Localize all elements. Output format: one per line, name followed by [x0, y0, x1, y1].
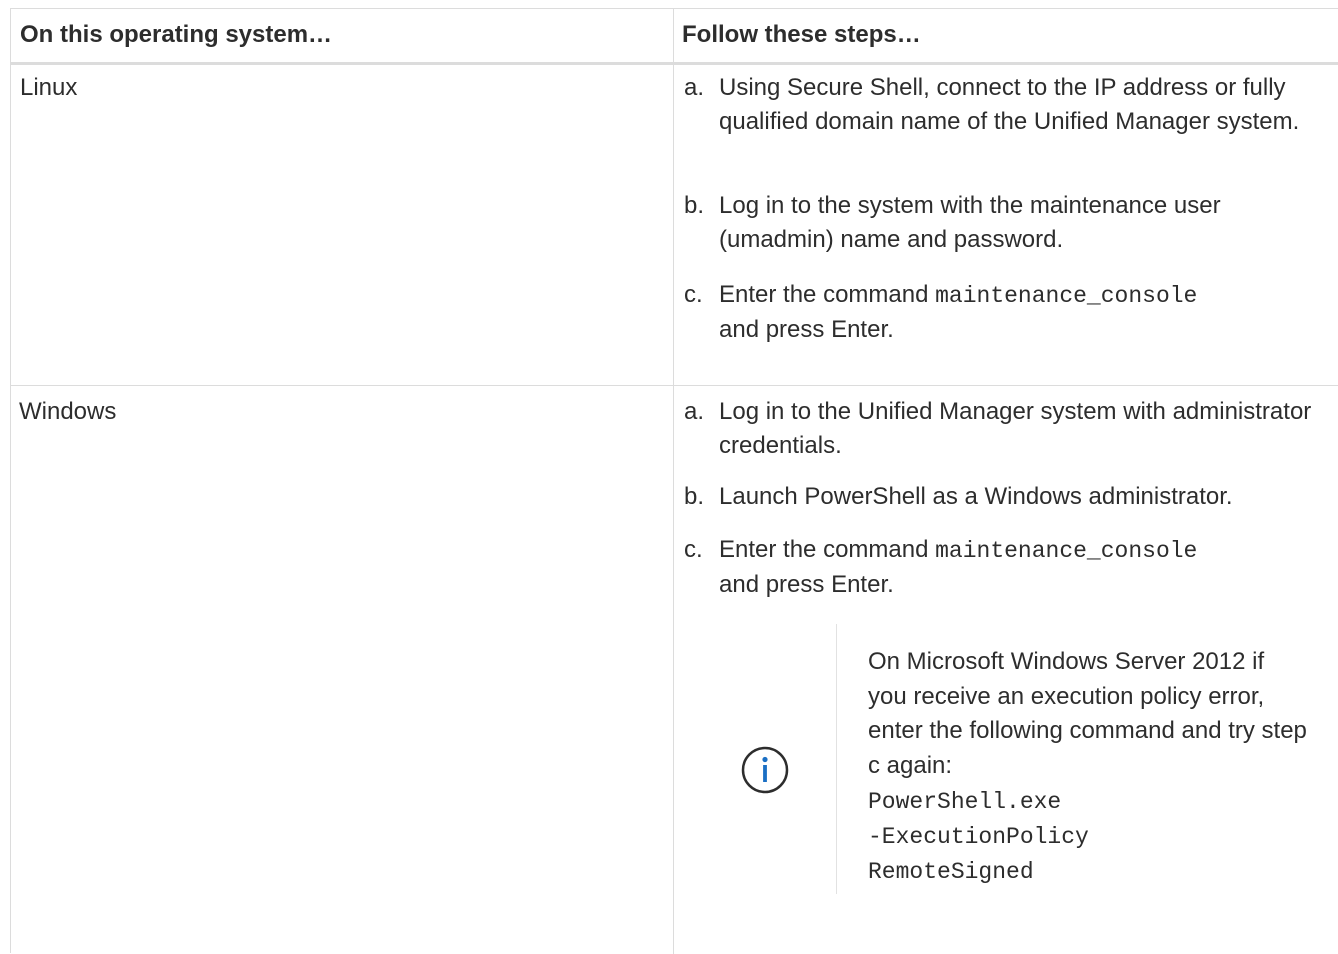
column-divider [673, 9, 674, 954]
note-code-line-3: RemoteSigned [868, 859, 1034, 885]
os-windows: Windows [19, 398, 117, 425]
note-text: On Microsoft Windows Server 2012 if you … [868, 648, 1307, 779]
command-code: maintenance_console [935, 538, 1198, 564]
step-text-pre: Enter the command [719, 281, 936, 308]
os-linux: Linux [20, 74, 78, 101]
linux-step-b: b. Log in to the system with the mainten… [684, 189, 1324, 259]
row-divider [11, 385, 1338, 386]
step-text: Enter the command maintenance_consoleand… [719, 533, 1319, 602]
step-text-pre: Enter the command [719, 536, 936, 563]
step-text: Launch PowerShell as a Windows administr… [719, 483, 1233, 510]
step-marker: c. [684, 281, 703, 308]
note-code-line-1: PowerShell.exe [868, 789, 1062, 815]
step-text: Log in to the system with the maintenanc… [719, 192, 1221, 253]
step-text: Log in to the Unified Manager system wit… [719, 398, 1312, 459]
header-divider [11, 62, 1338, 65]
command-code: maintenance_console [935, 283, 1198, 309]
header-steps: Follow these steps… [682, 21, 921, 48]
step-text: Enter the command maintenance_consoleand… [719, 278, 1319, 347]
step-marker: c. [684, 536, 703, 563]
step-marker: b. [684, 192, 705, 219]
step-marker: a. [684, 398, 705, 425]
info-icon [741, 746, 789, 794]
linux-step-c: c. Enter the command maintenance_console… [684, 278, 1324, 348]
linux-step-a: a. Using Secure Shell, connect to the IP… [684, 71, 1324, 176]
windows-step-a: a. Log in to the Unified Manager system … [684, 395, 1324, 465]
step-text: Using Secure Shell, connect to the IP ad… [719, 74, 1300, 135]
note-code-line-2: -ExecutionPolicy [868, 824, 1089, 850]
step-marker: a. [684, 74, 705, 101]
windows-step-c: c. Enter the command maintenance_console… [684, 533, 1324, 603]
header-os: On this operating system… [20, 21, 333, 48]
windows-step-b: b. Launch PowerShell as a Windows admini… [684, 480, 1324, 515]
step-text-post: and press Enter. [719, 316, 894, 343]
step-marker: b. [684, 483, 705, 510]
step-text-post: and press Enter. [719, 571, 894, 598]
